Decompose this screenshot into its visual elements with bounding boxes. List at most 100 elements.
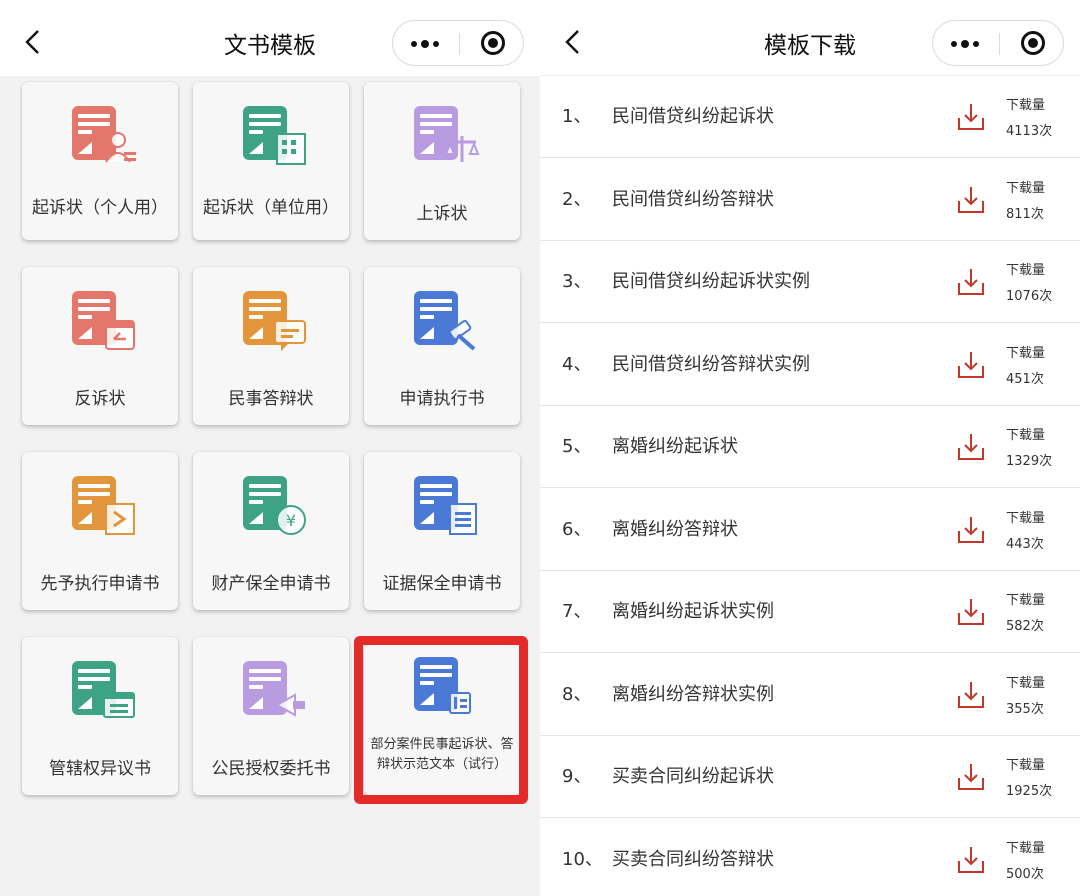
template-card[interactable]: 起诉状（个人用） [22,82,178,240]
download-icon[interactable] [956,762,986,792]
template-list-item[interactable]: 1、 民间借贷纠纷起诉状 下载量 4113次 [540,76,1080,158]
evidence-preservation-icon [414,476,477,535]
back-arrow-icon[interactable] [562,28,586,56]
download-icon[interactable] [956,185,986,215]
template-name: 离婚纠纷起诉状实例 [612,601,774,622]
template-list-item[interactable]: 2、 民间借贷纠纷答辩状 下载量 811次 [540,159,1080,241]
nav-bar: 模板下载 [540,0,1080,76]
template-card-label: 先予执行申请书 [40,574,160,594]
download-count: 1329次 [1006,454,1053,469]
template-card[interactable]: 公民授权委托书 [193,637,349,795]
jurisdiction-objection-icon [72,661,135,718]
template-card-label: 部分案件民事起诉状、答辩状示范文本（试行） [370,737,514,772]
execution-gavel-icon [414,291,476,351]
lawsuit-company-icon [243,106,306,165]
download-count: 811次 [1006,206,1044,222]
download-count-label: 下载量 [1006,180,1046,196]
more-options-button[interactable] [933,21,999,65]
template-card-label: 财产保全申请书 [211,574,331,594]
template-list-item[interactable]: 7、 离婚纠纷起诉状实例 下载量 582次 [540,571,1080,653]
advance-execution-icon [72,476,135,535]
download-count-label: 下载量 [1006,345,1046,361]
mini-program-capsule [392,20,524,66]
template-list-item[interactable]: 6、 离婚纠纷答辩状 下载量 443次 [540,489,1080,571]
template-card[interactable]: 部分案件民事起诉状、答辩状示范文本（试行） [364,645,520,795]
power-of-attorney-icon [243,661,305,717]
item-number: 10、 [562,848,603,870]
download-count: 4113次 [1006,124,1053,139]
template-name: 民间借贷纠纷起诉状 [612,106,774,127]
item-number: 9、 [562,766,592,787]
download-count-label: 下载量 [1006,758,1046,773]
template-list-item[interactable]: 5、 离婚纠纷起诉状 下载量 1329次 [540,406,1080,488]
template-card[interactable]: 管辖权异议书 [22,637,178,795]
nav-bar: 文书模板 [0,0,540,76]
download-count-label: 下载量 [1006,510,1046,526]
template-list-item[interactable]: 3、 民间借贷纠纷起诉状实例 下载量 1076次 [540,241,1080,323]
download-count: 1925次 [1006,784,1053,799]
download-icon[interactable] [956,845,986,875]
item-number: 1、 [562,106,592,127]
download-count: 500次 [1006,866,1044,882]
download-icon[interactable] [956,267,986,297]
appeal-scale-icon [414,106,480,162]
item-number: 8、 [562,683,592,705]
template-list-item[interactable]: 10、 买卖合同纠纷答辩状 下载量 500次 [540,819,1080,896]
download-count-label: 下载量 [1006,593,1046,608]
item-number: 4、 [562,353,592,375]
template-card-label: 民事答辩状 [228,389,314,409]
item-number: 5、 [562,436,592,457]
template-name: 离婚纠纷答辩状实例 [612,683,774,705]
template-name: 民间借贷纠纷答辩状实例 [612,353,810,375]
template-card-label: 公民授权委托书 [211,759,331,779]
item-number: 2、 [562,188,592,210]
item-number: 6、 [562,518,592,540]
download-count: 1076次 [1006,289,1053,304]
download-count-label: 下载量 [1006,675,1046,691]
template-card-label: 证据保全申请书 [382,574,502,594]
download-icon[interactable] [956,350,986,380]
template-card-label: 管辖权异议书 [49,759,151,779]
template-card-label: 申请执行书 [399,389,485,409]
template-list-item[interactable]: 8、 离婚纠纷答辩状实例 下载量 355次 [540,654,1080,736]
download-count-label: 下载量 [1006,98,1046,113]
template-name: 买卖合同纠纷起诉状 [612,766,774,787]
close-mini-program-button[interactable] [1000,21,1064,65]
template-card[interactable]: 先予执行申请书 [22,452,178,610]
template-name: 离婚纠纷起诉状 [612,436,738,457]
download-icon[interactable] [956,432,986,462]
template-card[interactable]: ¥ 财产保全申请书 [193,452,349,610]
more-options-button[interactable] [393,21,459,65]
template-card[interactable]: 申请执行书 [364,267,520,425]
template-name: 民间借贷纠纷答辩状 [612,188,774,210]
template-card[interactable]: 证据保全申请书 [364,452,520,610]
download-icon[interactable] [956,680,986,710]
mini-program-capsule [932,20,1064,66]
template-list-item[interactable]: 4、 民间借贷纠纷答辩状实例 下载量 451次 [540,324,1080,406]
download-count: 582次 [1006,619,1044,634]
download-icon[interactable] [956,102,986,132]
download-count: 443次 [1006,536,1044,552]
download-count: 451次 [1006,371,1044,387]
download-count-label: 下载量 [1006,840,1046,856]
close-mini-program-button[interactable] [460,21,524,65]
template-card-label: 起诉状（个人用） [32,198,168,218]
counterclaim-calendar-icon [72,291,135,350]
download-icon[interactable] [956,515,986,545]
template-list-item[interactable]: 9、 买卖合同纠纷起诉状 下载量 1925次 [540,736,1080,818]
back-arrow-icon[interactable] [22,28,46,56]
template-name: 买卖合同纠纷答辩状 [612,848,774,870]
template-download-panel: 模板下载 1、 民间借贷纠纷起诉状 下载量 4113次 2、 民间借贷纠纷答辩状 下载量 81… [540,0,1080,896]
sample-text-icon [414,657,471,714]
download-count: 355次 [1006,701,1044,717]
download-count-label: 下载量 [1006,428,1046,443]
template-card[interactable]: 起诉状（单位用） [193,82,349,240]
template-card[interactable]: 民事答辩状 [193,267,349,425]
property-preservation-icon: ¥ [243,476,306,535]
download-icon[interactable] [956,597,986,627]
template-card[interactable]: 反诉状 [22,267,178,425]
template-card-label: 起诉状（单位用） [203,198,339,218]
download-count-label: 下载量 [1006,263,1046,278]
template-name: 民间借贷纠纷起诉状实例 [612,271,810,292]
template-card[interactable]: 上诉状 [364,82,520,240]
